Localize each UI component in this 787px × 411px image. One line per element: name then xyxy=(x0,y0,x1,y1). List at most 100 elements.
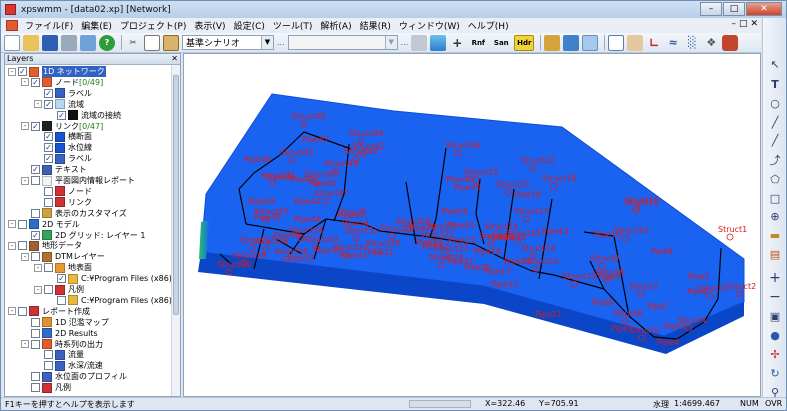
pipe-label[interactable]: Pipe17 xyxy=(484,267,511,276)
bar-chart-icon[interactable]: ░ xyxy=(684,35,700,51)
mdi-close-button[interactable]: ✕ xyxy=(750,19,758,29)
pipe-label[interactable]: Pipe24 xyxy=(447,221,474,230)
graph-icon[interactable]: ▤ xyxy=(767,248,783,262)
print-icon[interactable] xyxy=(61,34,77,51)
scenario-more-button[interactable]: ... xyxy=(277,38,285,47)
maximize-button[interactable]: □ xyxy=(723,2,745,16)
layer-visibility-checkbox[interactable]: ✓ xyxy=(57,274,66,284)
polyline-icon[interactable]: ⤴ xyxy=(767,154,783,168)
layer-row[interactable]: ノード xyxy=(34,186,92,197)
menu-window[interactable]: ウィンドウ(W) xyxy=(395,19,464,32)
hdr-button[interactable]: Hdr xyxy=(514,34,535,51)
pipe-label[interactable]: Pipe42 xyxy=(294,197,321,206)
layer-row[interactable]: ✓ C:¥Program Files (x86)¥XP S xyxy=(47,273,180,284)
layer-row[interactable]: - ✓ 流域 xyxy=(34,99,84,110)
zoom-out-icon[interactable]: − xyxy=(767,290,783,304)
title-bar[interactable]: xpswmm - [data02.xp] [Network] – □ ✕ xyxy=(1,1,786,18)
menu-results[interactable]: 結果(R) xyxy=(356,19,395,32)
zoom-extent-icon[interactable]: ▣ xyxy=(767,310,783,324)
pipe-label[interactable]: Pipe23 xyxy=(448,236,475,245)
pan-node-icon[interactable]: ● xyxy=(767,329,783,343)
pipe-label[interactable]: Pipe11 xyxy=(535,310,562,319)
pipe-label[interactable]: Pipe16 xyxy=(474,247,501,256)
pipe-label[interactable]: Pipe7 xyxy=(647,302,669,311)
line-node-icon[interactable]: ╱ xyxy=(767,134,783,148)
struct-label[interactable]: Struct37 xyxy=(240,236,274,245)
paste-icon[interactable] xyxy=(163,34,179,51)
pipe-label[interactable]: Pipe1 xyxy=(688,272,710,281)
layer-visibility-checkbox[interactable]: ✓ xyxy=(44,99,53,109)
pipe-label[interactable]: Pipe2 xyxy=(687,287,709,296)
layer-row[interactable]: - DTMレイヤー xyxy=(21,251,105,262)
pointer-icon[interactable]: ↖ xyxy=(767,58,783,72)
print-preview-icon[interactable] xyxy=(80,34,96,51)
struct-label[interactable]: Struct46 xyxy=(324,159,358,168)
pipe-label[interactable]: Pipe36 xyxy=(314,246,341,255)
tree-expander-icon[interactable]: - xyxy=(8,67,16,76)
layer-row[interactable]: 凡例 xyxy=(21,382,71,393)
pipe-label[interactable]: Pipe38 xyxy=(274,231,301,240)
menu-edit[interactable]: 編集(E) xyxy=(77,19,116,32)
struct-label[interactable]: Struct30 xyxy=(366,239,400,248)
struct-label[interactable]: Struct49 xyxy=(349,129,383,138)
menu-settings[interactable]: 設定(C) xyxy=(230,19,269,32)
pipe-label[interactable]: Pipe6 xyxy=(592,298,614,307)
network-map[interactable]: Struct48Struct49Struct41 Struct40Struct42… xyxy=(184,54,761,397)
layer-row[interactable]: - ✓ ノード [0/49] xyxy=(21,77,103,88)
pipe-label[interactable]: Pipe35 xyxy=(340,208,367,217)
struct-label[interactable]: Struct38 xyxy=(232,251,266,260)
long-section-icon[interactable]: ≈ xyxy=(665,35,681,51)
san-button[interactable]: San xyxy=(491,35,511,51)
layer-row[interactable]: ✓ 横断面 xyxy=(34,131,92,142)
save-icon[interactable] xyxy=(42,34,58,51)
export-image-icon[interactable] xyxy=(563,34,580,51)
struct-label[interactable]: Struct42 xyxy=(351,142,385,151)
menu-analysis[interactable]: 解析(A) xyxy=(316,19,355,32)
struct-label[interactable]: Struct33 xyxy=(304,235,338,244)
layer-visibility-checkbox[interactable] xyxy=(18,306,27,316)
tree-expander-icon[interactable]: - xyxy=(8,307,16,316)
layer-visibility-checkbox[interactable] xyxy=(31,208,40,218)
crosshair-icon[interactable]: + xyxy=(449,35,465,51)
layer-visibility-checkbox[interactable] xyxy=(31,317,40,327)
new-file-icon[interactable] xyxy=(4,34,20,51)
layer-row[interactable]: - ✓ リンク [0/47] xyxy=(21,121,103,132)
tree-expander-icon[interactable]: - xyxy=(8,241,16,250)
layer-visibility-checkbox[interactable] xyxy=(31,383,40,393)
menu-tools[interactable]: ツール(T) xyxy=(269,19,317,32)
pipe-label[interactable]: Pipe32 xyxy=(340,251,367,260)
layer-visibility-checkbox[interactable]: ✓ xyxy=(31,77,40,87)
wand-icon[interactable] xyxy=(544,34,561,51)
layer-row[interactable]: - 凡例 xyxy=(34,284,84,295)
layer-visibility-checkbox[interactable]: ✓ xyxy=(31,165,40,175)
cut-icon[interactable]: ✂ xyxy=(125,35,141,51)
layer-visibility-checkbox[interactable] xyxy=(31,252,40,262)
rnf-button[interactable]: Rnf xyxy=(468,35,488,51)
table-icon[interactable] xyxy=(608,34,625,51)
pipe-label[interactable]: Pipe45 xyxy=(294,215,321,224)
tree-expander-icon[interactable]: - xyxy=(34,285,42,294)
layer-visibility-checkbox[interactable]: ✓ xyxy=(31,121,40,131)
open-folder-icon[interactable] xyxy=(23,34,39,51)
layer-visibility-checkbox[interactable]: ✓ xyxy=(44,154,53,164)
struct-label[interactable]: Struct11 xyxy=(624,198,658,207)
layer-visibility-checkbox[interactable]: ✓ xyxy=(57,110,66,120)
layer-row[interactable]: 水位面のプロフィル xyxy=(21,371,127,382)
struct-label[interactable]: Struct9 xyxy=(590,254,619,263)
target-icon[interactable]: ⊕ xyxy=(767,210,783,224)
polygon-icon[interactable]: ⬠ xyxy=(767,173,783,187)
tree-expander-icon[interactable]: - xyxy=(21,176,29,185)
struct-label[interactable]: Struct6 xyxy=(613,309,642,318)
pipe-label[interactable]: Pipe25 xyxy=(441,207,468,216)
pipe-label[interactable]: Pipe34 xyxy=(342,219,369,228)
pipe-label[interactable]: Pipe18 xyxy=(514,190,541,199)
pipe-label[interactable]: Pipe10 xyxy=(594,230,621,239)
pipe-label[interactable]: Pipe22 xyxy=(422,242,449,251)
layer-row[interactable]: - 時系列の出力 xyxy=(21,339,103,350)
layers-scrollbar[interactable] xyxy=(171,65,180,396)
tree-expander-icon[interactable]: - xyxy=(21,122,29,130)
pipe-label[interactable]: Pipe43 xyxy=(248,197,275,206)
pipe-label[interactable]: Pipe4 xyxy=(657,338,679,347)
pipe-label[interactable]: Pipe31 xyxy=(367,248,394,257)
help-icon[interactable]: ? xyxy=(99,34,115,51)
